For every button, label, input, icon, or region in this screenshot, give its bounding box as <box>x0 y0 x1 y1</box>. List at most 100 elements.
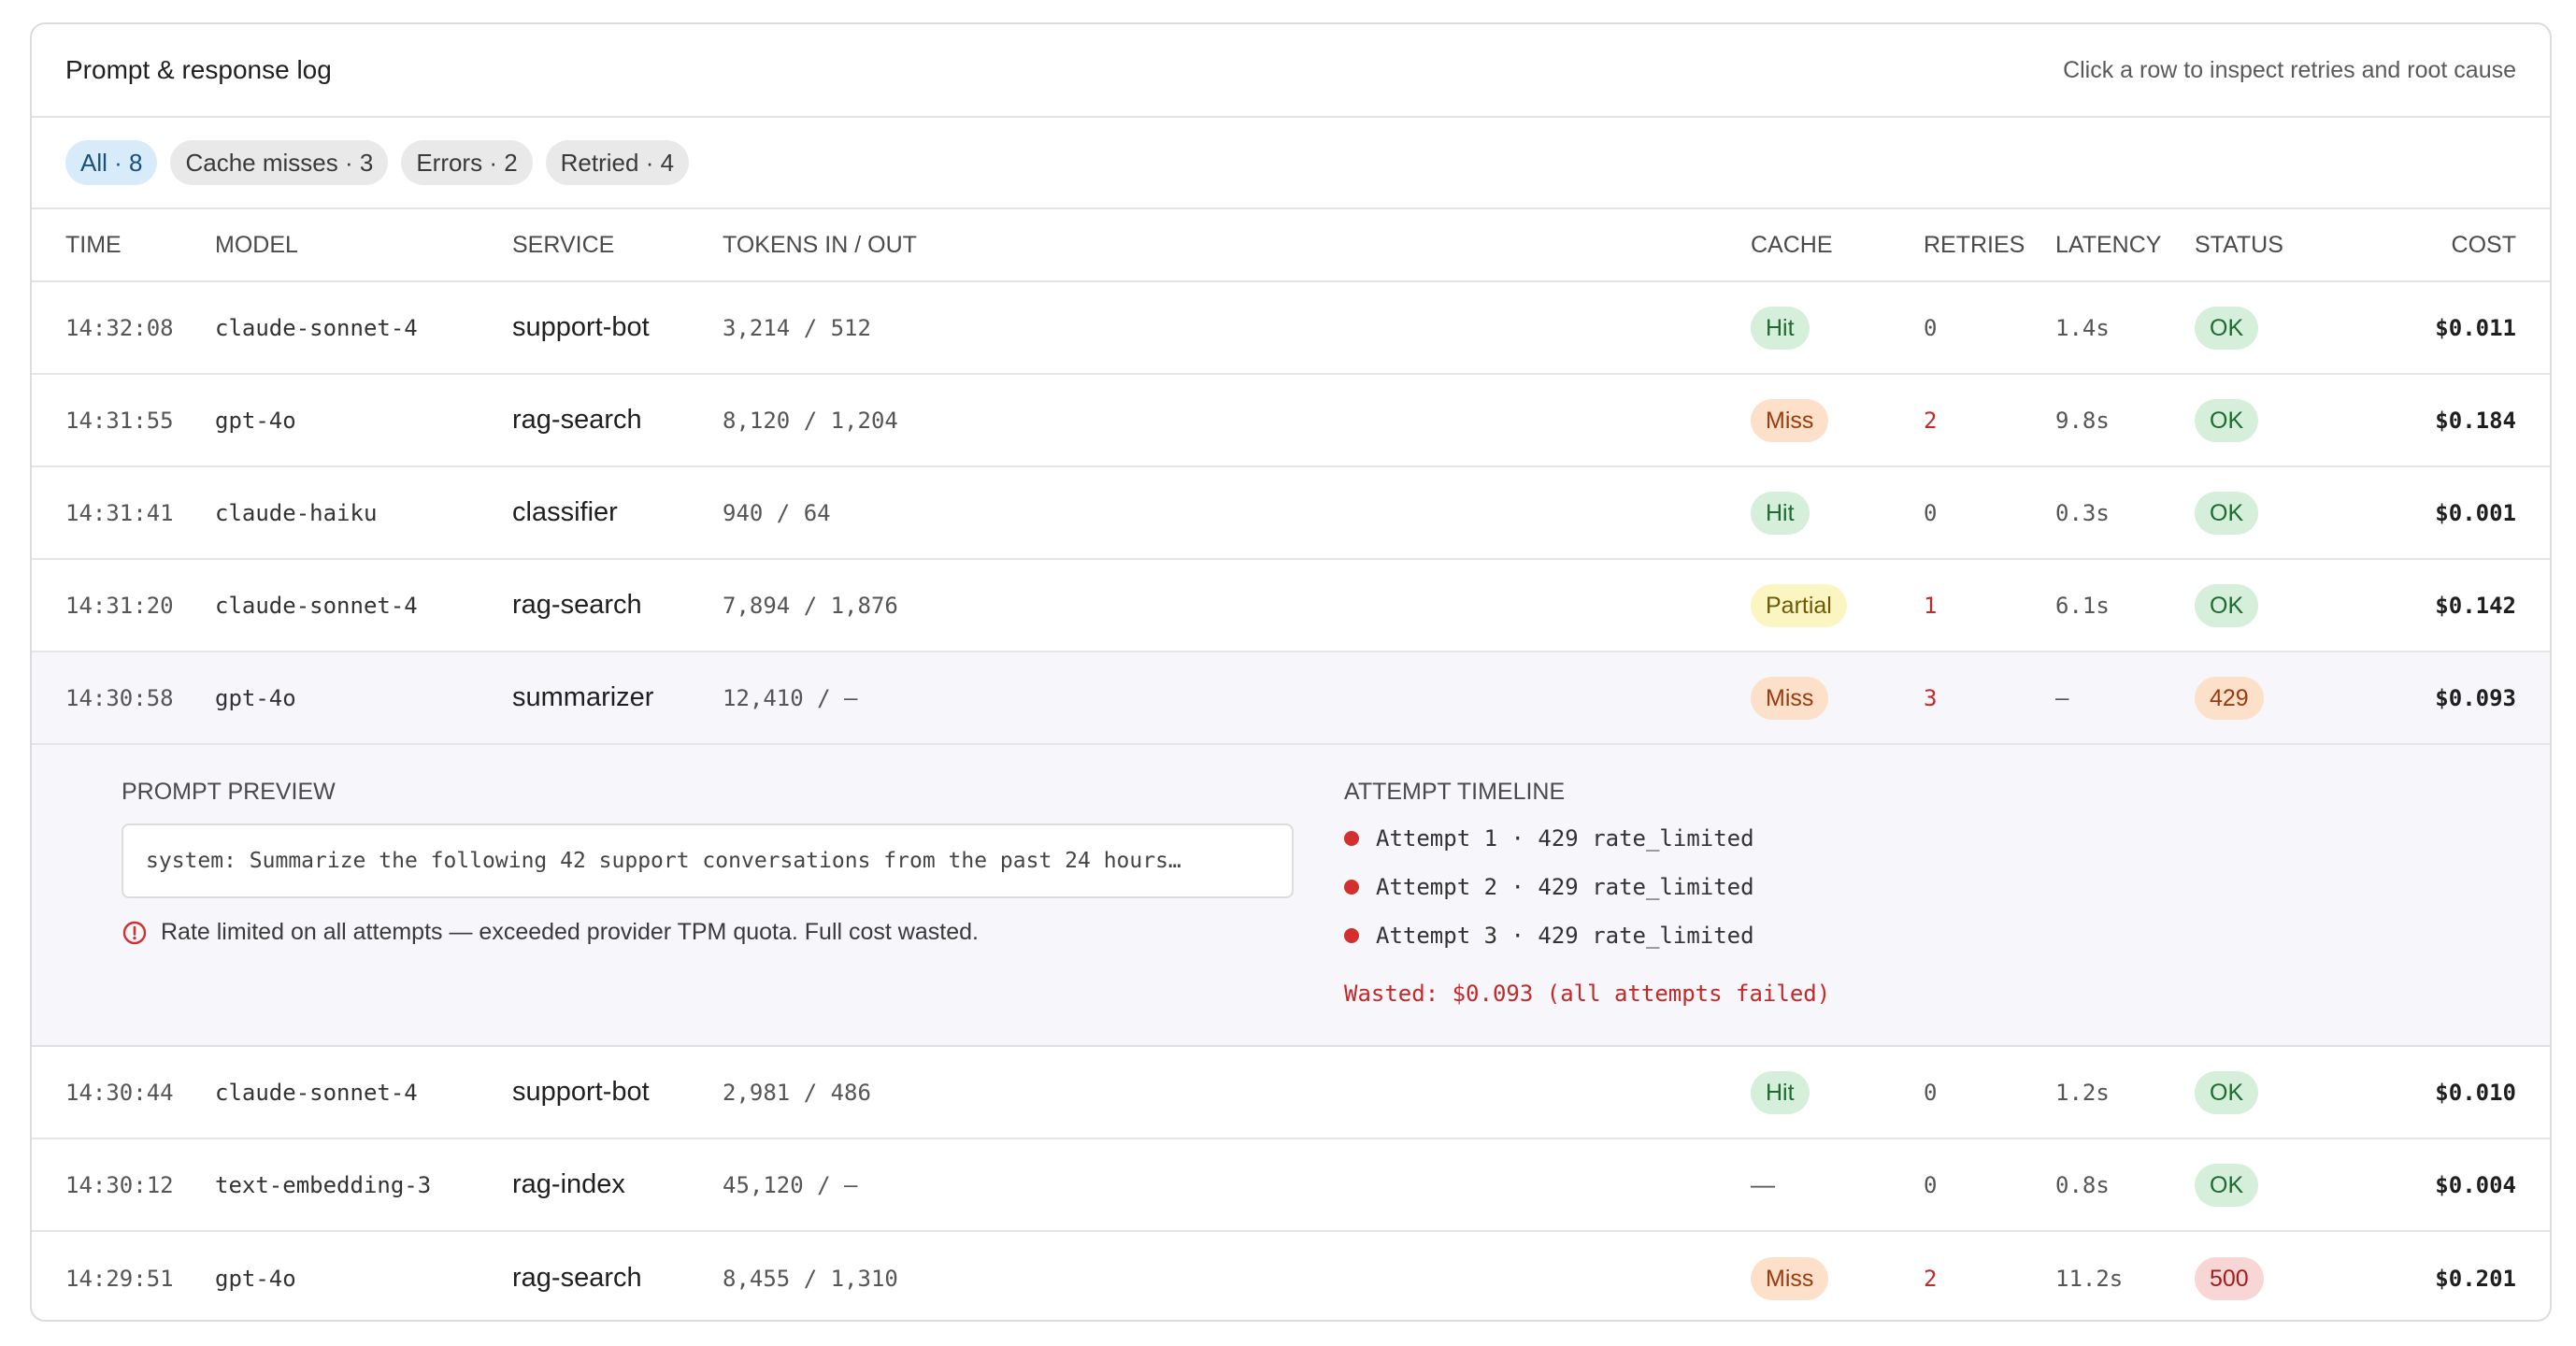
cell-retries: 0 <box>1924 1079 1938 1106</box>
cell-time: 14:32:08 <box>65 314 174 341</box>
cache-badge: Miss <box>1751 398 1829 442</box>
col-time: TIME <box>65 231 122 258</box>
col-tokens: TOKENS IN / OUT <box>723 231 917 258</box>
cache-empty: — <box>1751 1170 1775 1198</box>
cell-tokens: 940 / 64 <box>723 499 831 526</box>
cell-latency: — <box>2055 684 2069 711</box>
table-row[interactable]: 14:31:41 claude-haiku classifier 940 / 6… <box>32 467 2550 560</box>
cell-cost: $0.184 <box>2435 407 2516 434</box>
cell-service: rag-search <box>512 1263 642 1293</box>
status-badge: OK <box>2195 1070 2259 1114</box>
cell-service: summarizer <box>512 682 654 712</box>
filter-retried[interactable]: Retried · 4 <box>545 140 690 185</box>
cell-time: 14:30:12 <box>65 1171 174 1198</box>
cell-model: text-embedding-3 <box>215 1171 432 1198</box>
table-row-selected[interactable]: 14:30:58 gpt-4o summarizer 12,410 / — Mi… <box>32 652 2550 745</box>
warning-text: Rate limited on all attempts — exceeded … <box>161 919 979 945</box>
cell-service: support-bot <box>512 1077 650 1107</box>
table-row[interactable]: 14:31:55 gpt-4o rag-search 8,120 / 1,204… <box>32 375 2550 467</box>
cache-badge: Hit <box>1751 1070 1810 1114</box>
status-badge: 429 <box>2195 676 2264 720</box>
cell-cost: $0.010 <box>2435 1079 2516 1106</box>
cell-model: claude-sonnet-4 <box>215 314 418 341</box>
alert-circle-icon <box>122 921 147 944</box>
col-service: SERVICE <box>512 231 615 258</box>
cell-service: rag-index <box>512 1169 625 1199</box>
cache-badge: Hit <box>1751 491 1810 535</box>
panel-title: Prompt & response log <box>65 55 332 84</box>
status-badge: 500 <box>2195 1256 2264 1300</box>
cell-tokens: 45,120 / — <box>723 1171 858 1198</box>
cell-time: 14:31:55 <box>65 407 174 434</box>
table-row[interactable]: 14:32:08 claude-sonnet-4 support-bot 3,2… <box>32 282 2550 375</box>
cell-retries: 0 <box>1924 499 1938 526</box>
cell-model: claude-sonnet-4 <box>215 592 418 619</box>
cell-latency: 1.4s <box>2055 314 2110 341</box>
status-badge: OK <box>2195 306 2259 350</box>
cell-latency: 1.2s <box>2055 1079 2110 1106</box>
cell-service: rag-search <box>512 405 642 435</box>
cell-service: support-bot <box>512 312 650 342</box>
panel-header: Prompt & response log Click a row to ins… <box>32 24 2550 118</box>
col-status: STATUS <box>2195 231 2283 258</box>
cell-tokens: 7,894 / 1,876 <box>723 592 898 619</box>
cell-latency: 11.2s <box>2055 1265 2124 1292</box>
filter-cache-misses[interactable]: Cache misses · 3 <box>170 140 389 185</box>
attempt-item: Attempt 3 · 429 rate_limited <box>1344 923 1754 949</box>
cell-time: 14:30:58 <box>65 684 174 711</box>
status-badge: OK <box>2195 491 2259 535</box>
wasted-cost-text: Wasted: $0.093 (all attempts failed) <box>1344 981 1831 1007</box>
attempt-text: Attempt 1 · 429 rate_limited <box>1376 825 1754 852</box>
status-badge: OK <box>2195 1163 2259 1207</box>
cell-time: 14:31:20 <box>65 592 174 619</box>
attempt-text: Attempt 3 · 429 rate_limited <box>1376 923 1754 949</box>
table-row[interactable]: 14:30:12 text-embedding-3 rag-index 45,1… <box>32 1139 2550 1232</box>
error-dot-icon <box>1344 928 1359 943</box>
cell-time: 14:30:44 <box>65 1079 174 1106</box>
cell-tokens: 3,214 / 512 <box>723 314 871 341</box>
col-retries: RETRIES <box>1924 231 2025 258</box>
warning-message: Rate limited on all attempts — exceeded … <box>122 919 979 946</box>
attempt-item: Attempt 1 · 429 rate_limited <box>1344 825 1754 852</box>
panel-hint: Click a row to inspect retries and root … <box>2063 56 2516 83</box>
status-badge: OK <box>2195 398 2259 442</box>
prompt-preview-label: PROMPT PREVIEW <box>122 779 336 805</box>
col-latency: LATENCY <box>2055 231 2162 258</box>
cell-model: claude-haiku <box>215 499 378 526</box>
cache-badge: Hit <box>1751 306 1810 350</box>
cell-model: claude-sonnet-4 <box>215 1079 418 1106</box>
cell-time: 14:31:41 <box>65 499 174 526</box>
prompt-preview-box: system: Summarize the following 42 suppo… <box>122 823 1294 898</box>
error-dot-icon <box>1344 831 1359 846</box>
cell-retries: 0 <box>1924 314 1938 341</box>
cell-cost: $0.142 <box>2435 592 2516 619</box>
table-row[interactable]: 14:30:44 claude-sonnet-4 support-bot 2,9… <box>32 1047 2550 1139</box>
cell-tokens: 8,455 / 1,310 <box>723 1265 898 1292</box>
row-detail-panel: PROMPT PREVIEW system: Summarize the fol… <box>32 745 2550 1047</box>
attempt-item: Attempt 2 · 429 rate_limited <box>1344 874 1754 900</box>
cell-cost: $0.201 <box>2435 1265 2516 1292</box>
cache-badge: Miss <box>1751 676 1829 720</box>
cell-time: 14:29:51 <box>65 1265 174 1292</box>
cell-latency: 6.1s <box>2055 592 2110 619</box>
col-model: MODEL <box>215 231 298 258</box>
cell-service: classifier <box>512 497 618 527</box>
status-badge: OK <box>2195 583 2259 627</box>
cell-cost: $0.001 <box>2435 499 2516 526</box>
cell-latency: 0.3s <box>2055 499 2110 526</box>
cell-retries: 0 <box>1924 1171 1938 1198</box>
attempt-timeline-label: ATTEMPT TIMELINE <box>1344 779 1566 805</box>
log-panel: Prompt & response log Click a row to ins… <box>30 22 2552 1322</box>
cell-service: rag-search <box>512 590 642 620</box>
cell-model: gpt-4o <box>215 684 296 711</box>
filter-all[interactable]: All · 8 <box>65 140 158 185</box>
filter-errors[interactable]: Errors · 2 <box>401 140 533 185</box>
table-row[interactable]: 14:29:51 gpt-4o rag-search 8,455 / 1,310… <box>32 1232 2550 1320</box>
cell-tokens: 12,410 / — <box>723 684 858 711</box>
table-header: TIME MODEL SERVICE TOKENS IN / OUT CACHE… <box>32 209 2550 282</box>
cell-latency: 0.8s <box>2055 1171 2110 1198</box>
cell-retries: 3 <box>1924 684 1938 711</box>
col-cost: COST <box>2451 231 2516 258</box>
table-row[interactable]: 14:31:20 claude-sonnet-4 rag-search 7,89… <box>32 560 2550 652</box>
cell-tokens: 8,120 / 1,204 <box>723 407 898 434</box>
